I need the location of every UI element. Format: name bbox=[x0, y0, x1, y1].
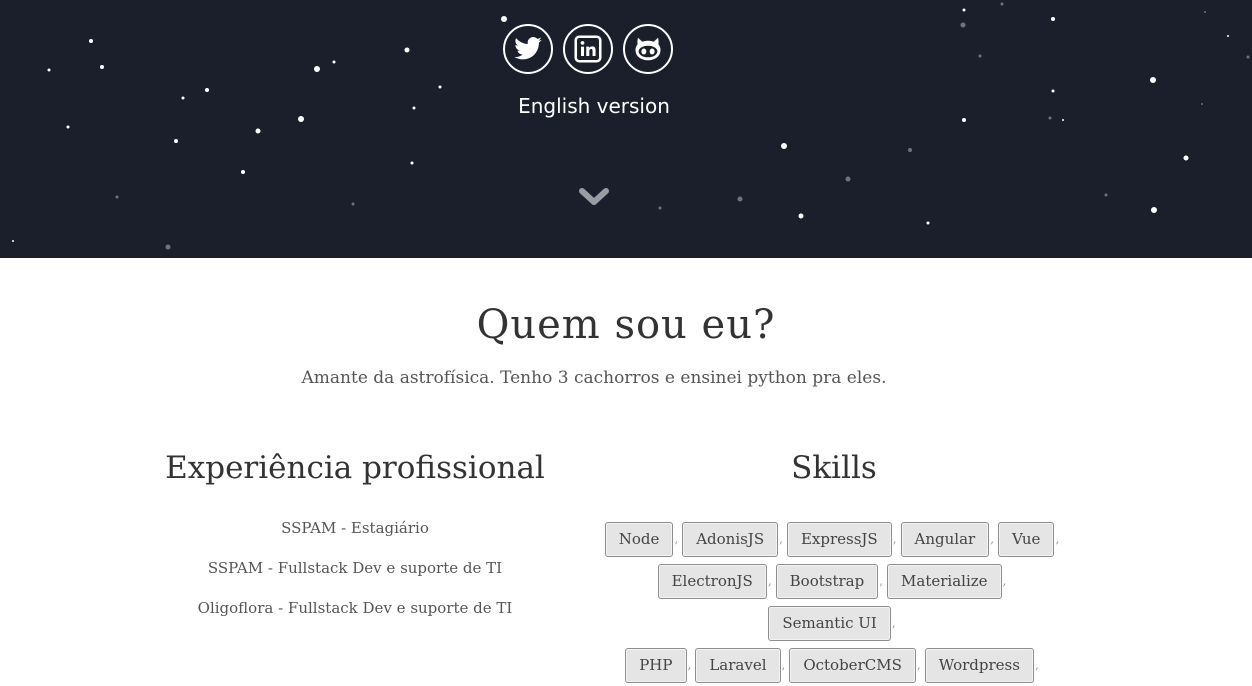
skill-tag-angular: Angular bbox=[900, 522, 990, 557]
skills-tags: Node, AdonisJS, ExpressJS, Angular, Vue, Ele… bbox=[604, 518, 1064, 686]
skill-tag-vue: Vue bbox=[998, 522, 1055, 557]
skill-separator: , bbox=[781, 658, 786, 672]
skill-tag-laravel: Laravel bbox=[695, 648, 781, 683]
content-columns: Experiência profissional SSPAM - Estagiá… bbox=[0, 388, 1252, 683]
hero-header: English version bbox=[0, 0, 1252, 258]
social-links bbox=[503, 24, 673, 74]
about-section: Quem sou eu? Amante da astrofísica. Tenh… bbox=[0, 258, 1252, 388]
skill-separator: , bbox=[916, 658, 921, 672]
skill-tag-expressjs: ExpressJS bbox=[786, 522, 892, 557]
skill-separator: , bbox=[1002, 574, 1007, 588]
skill-tag-php: PHP bbox=[625, 648, 687, 683]
experience-item: Oligoflora - Fullstack Dev e suporte de … bbox=[197, 599, 513, 617]
skills-column: Skills Node, AdonisJS, ExpressJS, Angular, V… bbox=[604, 388, 1064, 686]
english-version-link[interactable]: English version bbox=[0, 94, 1188, 118]
experience-list: SSPAM - Estagiário SSPAM - Fullstack Dev… bbox=[150, 518, 560, 638]
experience-title: Experiência profissional bbox=[165, 450, 545, 486]
skill-tag-adonisjs: AdonisJS bbox=[682, 522, 779, 557]
github-link[interactable] bbox=[623, 24, 673, 74]
skill-separator: , bbox=[687, 658, 692, 672]
skill-separator: , bbox=[767, 574, 772, 588]
skill-separator: , bbox=[891, 616, 896, 630]
skill-tag-semantic-ui: Semantic UI bbox=[768, 606, 891, 641]
experience-item: SSPAM - Estagiário bbox=[281, 519, 429, 537]
github-icon bbox=[635, 37, 661, 61]
experience-item: SSPAM - Fullstack Dev e suporte de TI bbox=[207, 559, 503, 577]
twitter-icon bbox=[514, 37, 542, 60]
linkedin-link[interactable] bbox=[563, 24, 613, 74]
skill-separator: , bbox=[1055, 532, 1060, 546]
skills-title: Skills bbox=[791, 450, 877, 486]
skill-separator: , bbox=[879, 574, 884, 588]
skill-tag-materialize: Materialize bbox=[887, 564, 1002, 599]
skill-tag-bootstrap: Bootstrap bbox=[775, 564, 879, 599]
skill-tag-octobercms: OctoberCMS bbox=[789, 648, 916, 683]
experience-column: Experiência profissional SSPAM - Estagiá… bbox=[150, 388, 560, 638]
skill-separator: , bbox=[990, 532, 995, 546]
skill-separator: , bbox=[779, 532, 783, 546]
skill-separator: , bbox=[892, 532, 897, 546]
skill-tag-node: Node bbox=[604, 522, 674, 557]
skill-tag-electronjs: ElectronJS bbox=[657, 564, 767, 599]
about-title: Quem sou eu? bbox=[476, 302, 776, 348]
twitter-link[interactable] bbox=[503, 24, 553, 74]
chevron-down-icon[interactable] bbox=[579, 186, 609, 208]
skill-separator: , bbox=[1034, 658, 1039, 672]
skill-separator: , bbox=[674, 532, 679, 546]
linkedin-icon bbox=[574, 35, 602, 63]
skill-tag-wordpress: Wordpress bbox=[924, 648, 1034, 683]
about-bio: Amante da astrofísica. Tenho 3 cachorros… bbox=[301, 368, 887, 388]
